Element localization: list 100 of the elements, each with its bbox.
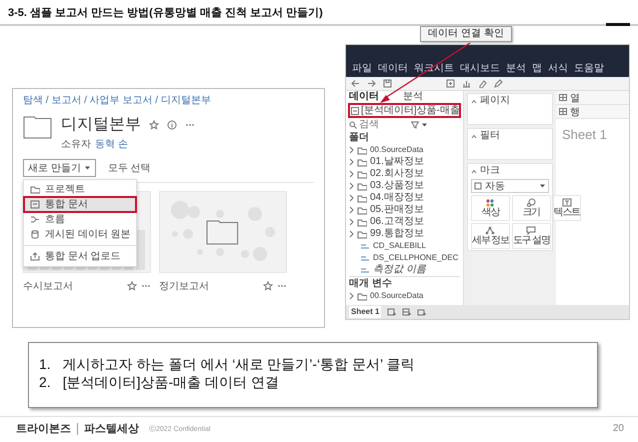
forward-arrow-icon[interactable] bbox=[367, 79, 376, 88]
report-name[interactable]: 수시보고서 bbox=[23, 279, 123, 293]
text-box-icon bbox=[562, 198, 572, 207]
new-sheet-icon[interactable] bbox=[446, 79, 455, 88]
caret-icon bbox=[421, 122, 428, 128]
menu-item[interactable]: 맵 bbox=[532, 63, 542, 74]
string-field-icon bbox=[360, 266, 370, 274]
field-item[interactable]: 03.상품정보 bbox=[370, 180, 424, 192]
size-circles-icon bbox=[526, 198, 536, 207]
pen-icon[interactable] bbox=[494, 79, 503, 88]
field-item[interactable]: 06.고객정보 bbox=[370, 216, 424, 228]
field-item[interactable]: 00.SourceData bbox=[370, 144, 424, 156]
step-number: 1. bbox=[39, 355, 51, 373]
section-header: 폴더 bbox=[349, 132, 370, 144]
owner-link[interactable]: 동혁 손 bbox=[95, 137, 128, 151]
chevron-up-icon bbox=[471, 134, 477, 138]
mark-type-icon bbox=[474, 182, 482, 190]
mark-type-dropdown[interactable]: 자동 bbox=[471, 179, 549, 193]
highlight-icon[interactable] bbox=[478, 79, 487, 88]
search-field[interactable]: 검색 bbox=[359, 118, 409, 130]
shelf[interactable]: 열 bbox=[556, 91, 629, 105]
menu-item[interactable]: 서식 bbox=[548, 63, 568, 74]
chevron-right-icon bbox=[349, 292, 354, 300]
caret-icon bbox=[539, 183, 546, 189]
chart-icon[interactable] bbox=[462, 79, 471, 88]
folder-icon bbox=[206, 219, 240, 245]
field-item[interactable]: 측정값 이름 bbox=[373, 264, 426, 276]
new-worksheet-icon[interactable] bbox=[387, 308, 396, 316]
mark-button[interactable]: 색상 bbox=[471, 195, 510, 221]
funnel-icon[interactable] bbox=[411, 120, 419, 128]
field-item[interactable]: 04.매장정보 bbox=[370, 192, 424, 204]
menu-item[interactable]: 파일 bbox=[352, 63, 372, 74]
data-source-item[interactable]: [분석데이터]상품-매출 bbox=[349, 104, 460, 117]
folder-icon bbox=[23, 115, 53, 139]
menu-item[interactable]: 분석 bbox=[506, 63, 526, 74]
card-title: 필터 bbox=[480, 130, 500, 142]
brand-logo: 트라이본즈 bbox=[16, 422, 71, 436]
slide-title: 3-5. 샘플 보고서 만드는 방법(유통망별 매출 진척 보고서 만들기) bbox=[7, 6, 324, 20]
menu-item[interactable]: 대시보드 bbox=[460, 63, 500, 74]
sheet-tab[interactable]: Sheet 1 bbox=[349, 306, 382, 318]
menu-item[interactable]: 데이터 bbox=[378, 63, 408, 74]
back-arrow-icon[interactable] bbox=[351, 79, 360, 88]
new-dashboard-icon[interactable] bbox=[402, 308, 412, 316]
new-button[interactable]: 새로 만들기 bbox=[23, 159, 96, 177]
grid-icon bbox=[559, 108, 567, 115]
breadcrumb[interactable]: 탐색 / 보고서 / 사업부 보고서 / 디지털본부 bbox=[23, 95, 314, 107]
field-item[interactable]: 99.통합정보 bbox=[370, 228, 424, 240]
flow-icon bbox=[30, 215, 40, 224]
step-text: 게시하고자 하는 폴더 에서 ‘새로 만들기’-‘통합 문서’ 클릭 bbox=[62, 355, 414, 373]
field-item[interactable]: 01.날짜정보 bbox=[370, 156, 424, 168]
detail-nodes-icon bbox=[485, 226, 496, 235]
workbook-icon bbox=[30, 200, 40, 209]
shelf[interactable]: 행 bbox=[556, 105, 629, 119]
field-item[interactable]: 05.판매정보 bbox=[370, 204, 424, 216]
star-icon[interactable] bbox=[127, 281, 137, 291]
string-field-icon bbox=[360, 254, 370, 262]
upload-icon bbox=[30, 252, 40, 261]
section-header: 매개 변수 bbox=[349, 278, 393, 290]
field-item[interactable]: CD_SALEBILL bbox=[373, 240, 426, 252]
page-number: 20 bbox=[612, 423, 624, 434]
chevron-up-icon bbox=[471, 98, 477, 104]
data-pane-tab[interactable]: 분석 bbox=[403, 91, 423, 103]
field-item[interactable]: DS_CELLPHONE_DEC bbox=[373, 252, 458, 264]
sheet-title: Sheet 1 bbox=[561, 126, 608, 144]
folder-icon bbox=[30, 185, 40, 194]
step-text: [분석데이터]상품-매출 데이터 연결 bbox=[62, 373, 279, 391]
mark-button[interactable]: 세부 정보 bbox=[471, 223, 510, 249]
data-pane-tab[interactable]: 데이터 bbox=[349, 91, 379, 103]
step-number: 2. bbox=[39, 373, 51, 391]
save-icon[interactable] bbox=[383, 79, 392, 88]
card-title: 마크 bbox=[480, 165, 500, 177]
speech-bubble-icon bbox=[526, 226, 536, 235]
search-icon bbox=[349, 120, 357, 128]
new-story-icon[interactable] bbox=[417, 308, 426, 316]
menu-item[interactable]: 통합 문서 bbox=[24, 197, 136, 212]
menu-item[interactable]: 프로젝트 bbox=[24, 182, 136, 197]
star-icon[interactable] bbox=[263, 281, 273, 291]
info-icon[interactable] bbox=[167, 120, 177, 130]
menu-item[interactable]: 게시된 데이터 원본 bbox=[24, 227, 136, 242]
field-item[interactable]: 02.회사정보 bbox=[370, 168, 424, 180]
star-icon[interactable] bbox=[149, 120, 159, 130]
caret-icon bbox=[84, 165, 91, 171]
report-name[interactable]: 정기보고서 bbox=[159, 279, 259, 293]
field-item[interactable]: 00.SourceData bbox=[370, 290, 424, 302]
mark-button[interactable]: 텍스트 bbox=[552, 195, 581, 221]
brand-logo: 파스텔세상 bbox=[84, 422, 139, 436]
card-title: 페이지 bbox=[480, 95, 510, 107]
string-field-icon bbox=[360, 242, 370, 250]
grid-icon bbox=[559, 94, 567, 101]
color-dots-icon bbox=[485, 198, 496, 207]
mark-button[interactable]: 도구 설명 bbox=[512, 223, 551, 249]
mark-button[interactable]: 크기 bbox=[512, 195, 551, 221]
chevron-up-icon bbox=[471, 168, 477, 174]
report-thumbnail[interactable] bbox=[159, 191, 287, 273]
callout-label: 데이터 연결 확인 bbox=[420, 26, 512, 42]
select-all-button[interactable]: 모두 선택 bbox=[108, 161, 151, 175]
folder-icon bbox=[357, 292, 367, 300]
menu-item[interactable]: 도움말 bbox=[574, 63, 604, 74]
menu-item[interactable]: 통합 문서 업로드 bbox=[24, 245, 136, 264]
menu-item[interactable]: 흐름 bbox=[24, 212, 136, 227]
